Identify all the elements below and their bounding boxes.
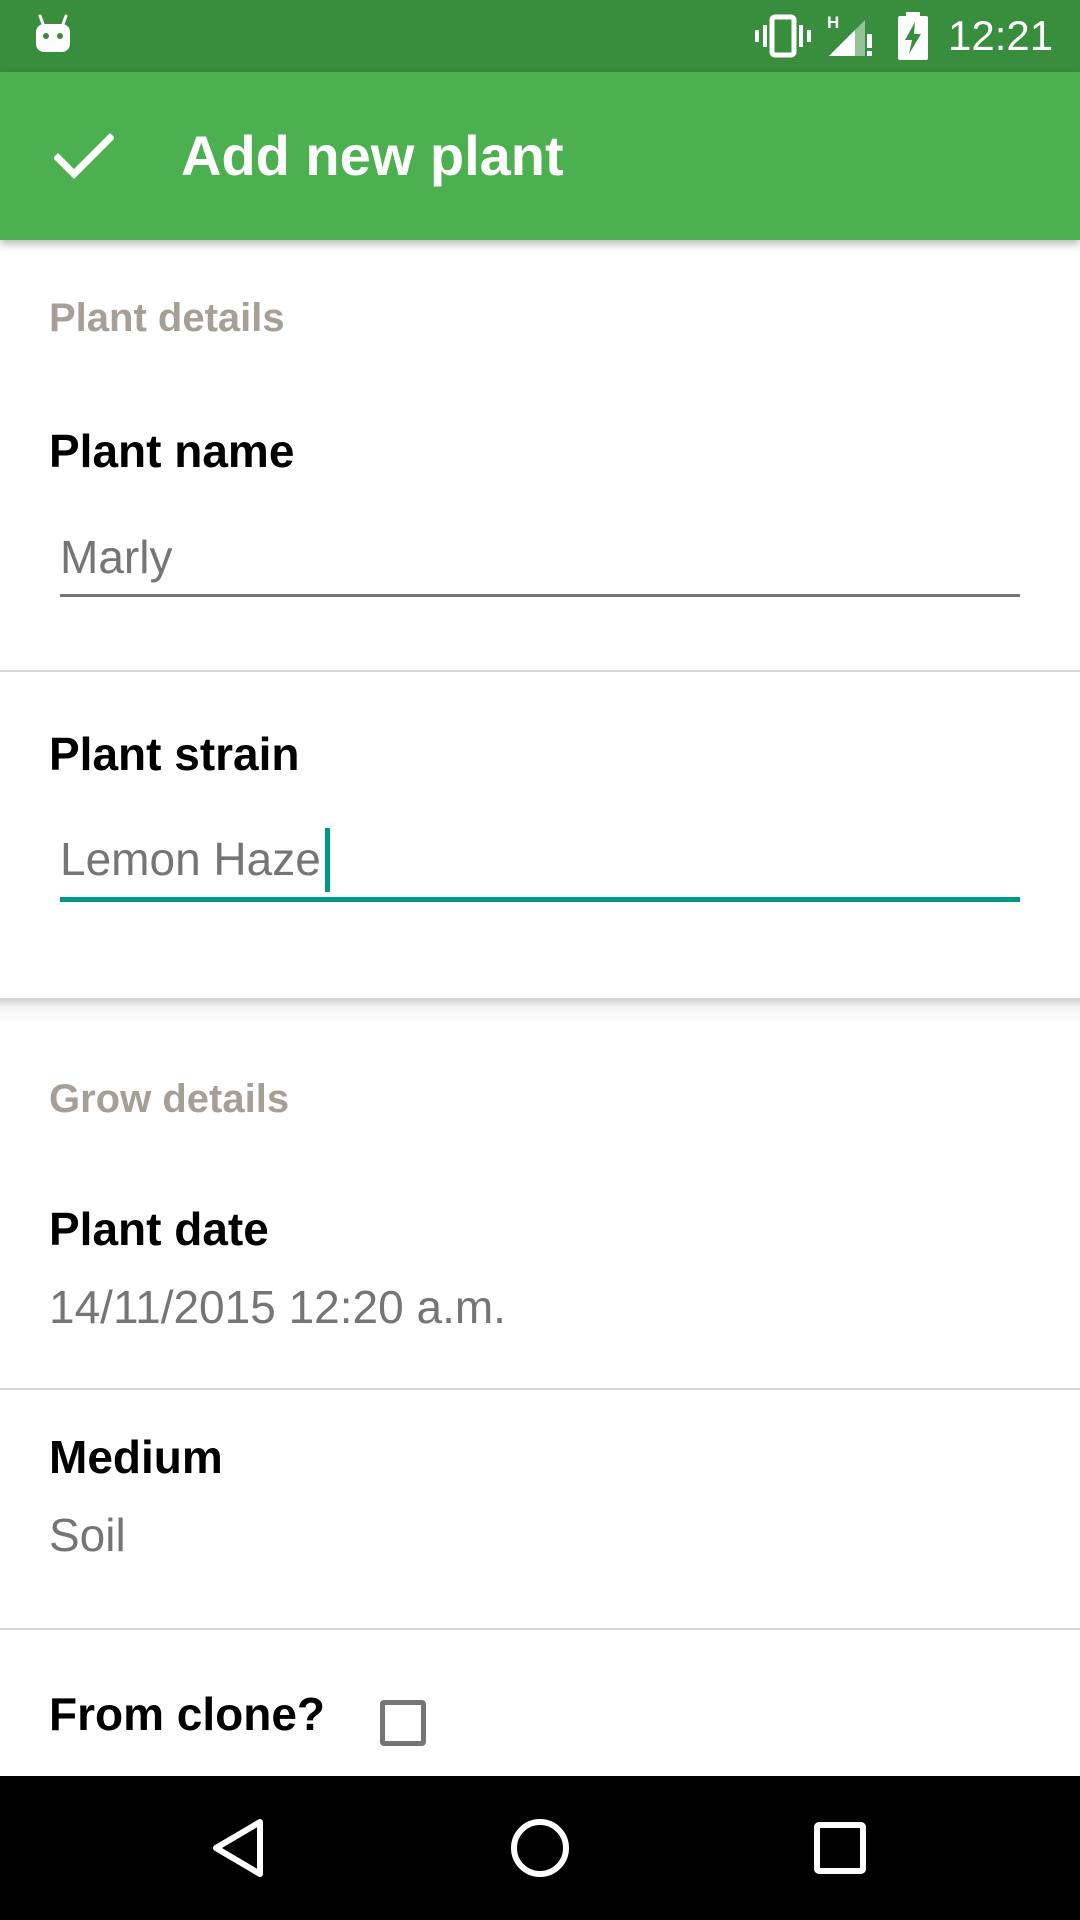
recents-icon — [814, 1822, 866, 1874]
plant-name-label: Plant name — [49, 425, 295, 477]
battery-charging-icon — [898, 12, 928, 60]
navigation-bar — [0, 1776, 1080, 1920]
status-bar: H 12:21 — [0, 0, 1080, 72]
home-button[interactable] — [490, 1798, 590, 1898]
check-icon — [54, 133, 114, 179]
back-button[interactable] — [190, 1798, 290, 1898]
recents-button[interactable] — [790, 1798, 890, 1898]
grow-details-header: Grow details — [49, 1077, 290, 1121]
android-icon — [36, 14, 70, 52]
plant-strain-underline — [60, 897, 1020, 902]
from-clone-checkbox[interactable] — [380, 1700, 426, 1746]
vibrate-icon — [755, 14, 811, 58]
plant-date-value: 14/11/2015 12:20 a.m. — [49, 1281, 506, 1333]
confirm-button[interactable] — [36, 108, 132, 204]
text-cursor — [325, 828, 330, 892]
plant-details-header: Plant details — [49, 296, 285, 340]
medium-label: Medium — [49, 1431, 223, 1483]
divider — [0, 670, 1080, 672]
plant-date-row[interactable]: Plant date 14/11/2015 12:20 a.m. — [0, 1170, 1080, 1333]
home-icon — [511, 1819, 569, 1877]
form-content[interactable]: Plant details Plant name Plant strain Gr… — [0, 240, 1080, 1776]
card-separator — [0, 998, 1080, 1022]
app-bar: Add new plant — [0, 72, 1080, 240]
status-time: 12:21 — [948, 12, 1054, 59]
from-clone-label: From clone? — [49, 1688, 326, 1740]
plant-strain-input[interactable] — [60, 824, 1020, 894]
medium-row[interactable]: Medium Soil — [0, 1390, 1080, 1628]
network-type-label: H — [827, 13, 839, 32]
plant-strain-label: Plant strain — [49, 728, 300, 780]
divider — [0, 1628, 1080, 1630]
signal-icon: H — [827, 13, 872, 56]
plant-name-underline — [60, 594, 1020, 597]
page-title: Add new plant — [181, 124, 564, 187]
plant-date-label: Plant date — [49, 1203, 269, 1255]
plant-name-input[interactable] — [60, 522, 1020, 592]
medium-value: Soil — [49, 1509, 126, 1561]
back-icon — [213, 1819, 263, 1877]
